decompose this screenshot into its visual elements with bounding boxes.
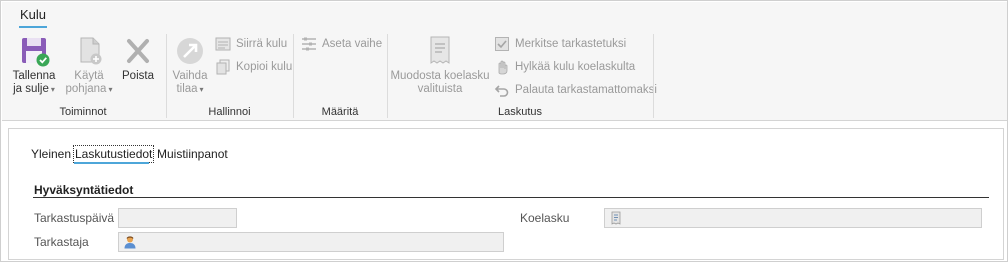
group-laskutus: Muodosta koelasku valituista Merkitse ta…: [388, 32, 657, 120]
invoice-icon: [430, 36, 450, 64]
mark-checked-button[interactable]: Merkitse tarkastetuksi: [494, 35, 626, 53]
tab-laskutustiedot[interactable]: Laskutustiedot: [72, 145, 155, 163]
tarkastuspaiva-field[interactable]: [118, 208, 237, 228]
move-expense-button[interactable]: Siirrä kulu: [215, 35, 287, 53]
group-label-toiminnot: Toiminnot: [59, 106, 107, 118]
set-phase-label: Aseta vaihe: [322, 38, 383, 50]
change-state-button[interactable]: Vaihda tilaa ▾: [170, 34, 210, 96]
group-label-maarita: Määritä: [321, 106, 359, 118]
change-state-label-2: tilaa: [176, 83, 198, 95]
restore-label: Palauta tarkastamattomaksi: [515, 84, 657, 96]
set-phase-button[interactable]: Aseta vaihe: [301, 35, 382, 53]
change-state-label-1: Vaihda: [172, 70, 208, 82]
move-label: Siirrä kulu: [236, 38, 288, 50]
document-copy-icon: [80, 37, 102, 65]
copy-icon: [216, 59, 230, 75]
chevron-down-icon: ▾: [199, 85, 204, 94]
delete-label: Poista: [122, 70, 154, 82]
chevron-down-icon: ▾: [108, 85, 113, 94]
reject-from-draft-button[interactable]: Hylkää kulu koelaskulta: [494, 58, 635, 76]
section-title: Hyväksyntätiedot: [34, 183, 134, 197]
mark-checked-label: Merkitse tarkastetuksi: [515, 38, 627, 50]
tab-muistiinpanot[interactable]: Muistiinpanot: [157, 147, 228, 161]
template-label-1: Käytä: [74, 70, 104, 82]
save-label-1: Tallenna: [12, 70, 56, 82]
group-label-laskutus: Laskutus: [497, 106, 543, 118]
checkbox-icon: [495, 37, 509, 51]
reject-label: Hylkää kulu koelaskulta: [515, 61, 636, 73]
ribbon-tab-kulu[interactable]: Kulu: [20, 7, 46, 24]
group-label-hallinnoi: Hallinnoi: [208, 106, 251, 118]
change-state-icon: [177, 38, 203, 64]
copy-expense-button[interactable]: Kopioi kulu: [215, 58, 292, 76]
active-tab-underline: [74, 162, 149, 164]
save-label-2: ja sulje: [13, 83, 49, 95]
tab-yleinen[interactable]: Yleinen: [31, 147, 71, 161]
tarkastuspaiva-label: Tarkastuspäivä: [34, 211, 115, 225]
group-maarita: Aseta vaihe Määritä: [294, 32, 386, 120]
ribbon-tab-underline: [19, 26, 47, 28]
reject-hand-icon: [498, 60, 508, 75]
group-separator: [653, 34, 654, 118]
use-as-template-button[interactable]: Käytä pohjana ▾: [64, 34, 114, 96]
section-divider: [33, 197, 989, 198]
restore-unchecked-button[interactable]: Palauta tarkastamattomaksi: [494, 81, 657, 99]
undo-icon: [494, 85, 509, 97]
content-panel: Yleinen Laskutustiedot Muistiinpanot Hyv…: [8, 128, 1004, 260]
move-icon: [215, 37, 231, 51]
tarkastaja-field[interactable]: [118, 232, 504, 252]
koelasku-field[interactable]: [604, 208, 982, 228]
group-toiminnot: Tallenna ja sulje ▾ Käytä pohjana ▾ Poista: [2, 32, 164, 120]
tarkastaja-label: Tarkastaja: [34, 235, 89, 249]
chevron-down-icon: ▾: [50, 85, 55, 94]
template-label-2: pohjana: [65, 83, 107, 95]
delete-x-icon: [127, 39, 149, 63]
create-draft-invoice-button[interactable]: Muodosta koelasku valituista: [390, 34, 490, 96]
create-draft-label-2: valituista: [417, 83, 463, 95]
invoice-small-icon: [611, 211, 621, 225]
delete-button[interactable]: Poista: [118, 34, 158, 83]
group-hallinnoi: Vaihda tilaa ▾ Siirrä kulu Kopioi kulu Ha…: [167, 32, 292, 120]
save-and-close-button[interactable]: Tallenna ja sulje ▾: [10, 34, 58, 96]
save-icon: [22, 38, 50, 67]
user-icon: [124, 236, 136, 249]
create-draft-label-1: Muodosta koelasku: [390, 70, 490, 82]
phase-list-icon: [302, 37, 316, 51]
copy-label: Kopioi kulu: [236, 61, 293, 73]
window-frame: Kulu Tallenna ja sulje ▾ Käytä pohjana ▾…: [0, 0, 1008, 262]
koelasku-label: Koelasku: [520, 211, 570, 225]
ribbon: Kulu Tallenna ja sulje ▾ Käytä pohjana ▾…: [2, 2, 1007, 121]
